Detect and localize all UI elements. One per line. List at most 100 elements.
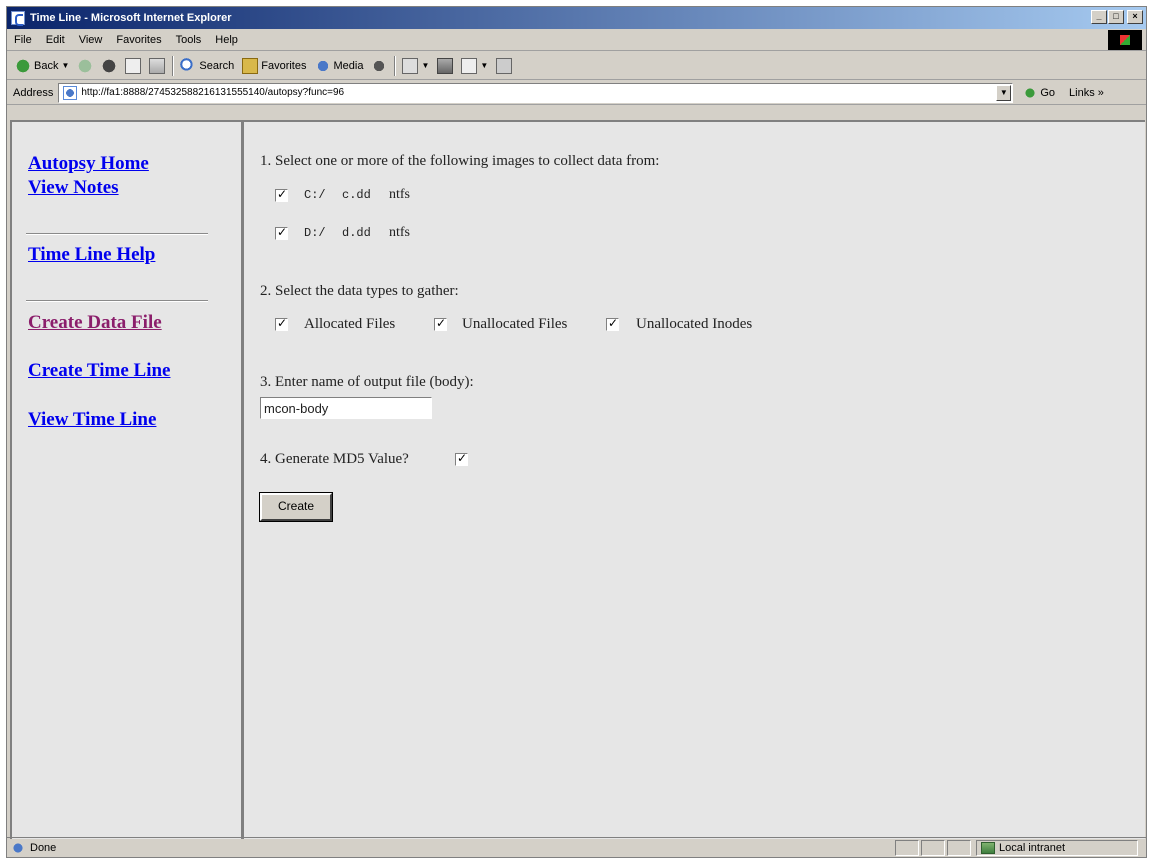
- sidebar-divider: [26, 233, 208, 235]
- step1-label: 1. Select one or more of the following i…: [260, 153, 660, 169]
- menu-file[interactable]: File: [7, 34, 39, 46]
- search-label: Search: [199, 59, 235, 72]
- output-file-input[interactable]: [260, 397, 432, 419]
- menu-favorites[interactable]: Favorites: [109, 34, 168, 46]
- menu-edit[interactable]: Edit: [39, 34, 72, 46]
- close-button[interactable]: ×: [1127, 10, 1143, 24]
- step4-label: 4. Generate MD5 Value?: [260, 451, 409, 467]
- sidebar-link-create-time-line[interactable]: Create Time Line: [28, 360, 170, 382]
- image-d-mount: D:/: [304, 226, 326, 240]
- history-icon: [371, 57, 388, 74]
- image-c-file: c.dd: [342, 188, 371, 202]
- toolbar-divider: [394, 55, 396, 76]
- search-icon: [180, 57, 197, 74]
- menu-bar: File Edit View Favorites Tools Help: [7, 29, 1146, 51]
- image-c-fs: ntfs: [389, 187, 410, 202]
- page-status-icon: [11, 840, 25, 855]
- title-bar: Time Line - Microsoft Internet Explorer …: [7, 7, 1146, 29]
- maximize-button[interactable]: □: [1108, 10, 1124, 24]
- back-label: Back: [34, 59, 59, 72]
- step2-label: 2. Select the data types to gather:: [260, 283, 459, 299]
- home-button[interactable]: [145, 55, 169, 77]
- discuss-icon: [496, 57, 513, 74]
- sidebar-link-time-line-help[interactable]: Time Line Help: [28, 244, 155, 266]
- media-button[interactable]: Media: [311, 55, 368, 77]
- image-c-checkbox[interactable]: [275, 187, 288, 202]
- window-controls: _ □ ×: [1091, 10, 1143, 24]
- mail-button[interactable]: ▼: [398, 55, 433, 77]
- status-bar: Done Local intranet: [7, 837, 1146, 857]
- status-panes: [895, 840, 971, 856]
- search-button[interactable]: Search: [176, 55, 238, 77]
- sidebar: Autopsy Home View Notes Time Line Help C…: [12, 122, 244, 839]
- status-pane: [895, 840, 919, 856]
- security-zone: Local intranet: [976, 840, 1138, 856]
- status-pane: [921, 840, 945, 856]
- ie-icon: [11, 11, 25, 26]
- step3-label: 3. Enter name of output file (body):: [260, 374, 474, 390]
- image-c-mount: C:/: [304, 188, 326, 202]
- image-d-checkbox[interactable]: [275, 225, 288, 240]
- address-label: Address: [13, 86, 54, 99]
- menu-tools[interactable]: Tools: [169, 34, 209, 46]
- chevron-down-icon[interactable]: ▼: [996, 84, 1012, 101]
- sidebar-link-view-notes[interactable]: View Notes: [28, 177, 119, 199]
- edit-button[interactable]: ▼: [457, 55, 492, 77]
- stop-button[interactable]: [97, 55, 121, 77]
- timeline-form: 1. Select one or more of the following i…: [247, 122, 1145, 839]
- forward-arrow-icon: [77, 57, 94, 74]
- windows-logo-icon: [1108, 30, 1142, 50]
- chevron-down-icon: ▼: [480, 61, 489, 70]
- address-bar: Address http://fa1:8888/2745325882161315…: [7, 81, 1146, 105]
- status-pane: [947, 840, 971, 856]
- history-button[interactable]: [367, 55, 391, 77]
- menu-view[interactable]: View: [72, 34, 110, 46]
- unallocated-files-checkbox[interactable]: [434, 316, 447, 331]
- page-content: Autopsy Home View Notes Time Line Help C…: [10, 120, 1145, 839]
- standard-toolbar: Back ▼ Search Favorites Media ▼ ▼: [7, 52, 1146, 80]
- print-button[interactable]: [433, 55, 457, 77]
- address-input[interactable]: http://fa1:8888/274532588216131555140/au…: [58, 82, 1014, 103]
- allocated-files-checkbox[interactable]: [275, 316, 288, 331]
- favorites-label: Favorites: [261, 59, 307, 72]
- sidebar-link-autopsy-home[interactable]: Autopsy Home: [28, 153, 149, 175]
- sidebar-divider: [26, 300, 208, 302]
- chevron-down-icon: ▼: [61, 61, 70, 70]
- favorites-icon: [242, 57, 259, 74]
- sidebar-link-create-data-file[interactable]: Create Data File: [28, 312, 162, 334]
- go-button[interactable]: Go: [1023, 85, 1056, 100]
- menu-help[interactable]: Help: [208, 34, 245, 46]
- refresh-button[interactable]: [121, 55, 145, 77]
- unallocated-inodes-checkbox[interactable]: [606, 316, 619, 331]
- minimize-button[interactable]: _: [1091, 10, 1107, 24]
- print-icon: [437, 57, 454, 74]
- stop-icon: [101, 57, 118, 74]
- create-button[interactable]: Create: [259, 492, 333, 522]
- links-button[interactable]: Links »: [1069, 87, 1104, 99]
- media-icon: [314, 57, 331, 74]
- back-arrow-icon: [15, 57, 31, 74]
- md5-checkbox[interactable]: [455, 451, 468, 466]
- forward-button[interactable]: [73, 55, 97, 77]
- allocated-files-label: Allocated Files: [304, 316, 396, 332]
- page-icon: [63, 85, 78, 100]
- zone-label: Local intranet: [999, 842, 1066, 854]
- discuss-button[interactable]: [492, 55, 516, 77]
- toolbar-divider: [172, 55, 174, 76]
- sidebar-link-view-time-line[interactable]: View Time Line: [28, 409, 156, 431]
- back-button[interactable]: Back ▼: [11, 55, 73, 77]
- unallocated-inodes-label: Unallocated Inodes: [636, 316, 753, 332]
- intranet-icon: [981, 842, 995, 854]
- favorites-button[interactable]: Favorites: [238, 55, 310, 77]
- unallocated-files-label: Unallocated Files: [462, 316, 568, 332]
- mail-icon: [402, 57, 419, 74]
- media-label: Media: [333, 59, 364, 72]
- home-icon: [149, 57, 166, 74]
- browser-window: Time Line - Microsoft Internet Explorer …: [6, 6, 1147, 858]
- go-arrow-icon: [1023, 85, 1038, 100]
- go-label: Go: [1040, 86, 1056, 99]
- refresh-icon: [125, 57, 142, 74]
- window-title: Time Line - Microsoft Internet Explorer: [30, 12, 232, 24]
- image-d-fs: ntfs: [389, 225, 410, 240]
- chevron-down-icon: ▼: [421, 61, 430, 70]
